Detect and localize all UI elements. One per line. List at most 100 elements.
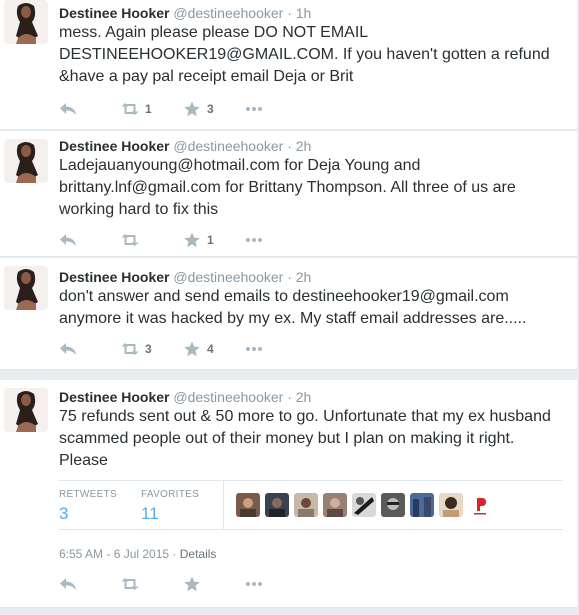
author-handle[interactable]: @destineehooker [173, 5, 283, 21]
reply-icon [59, 576, 77, 592]
tweet-time[interactable]: · 2h [287, 269, 311, 285]
tweet-meta: 6:55 AM - 6 Jul 2015 · Details [59, 547, 216, 561]
favoriters-list [236, 493, 497, 517]
more-icon [245, 576, 263, 592]
favorite-button[interactable]: 4 [183, 341, 245, 357]
tweet-header: Destinee Hooker @destineehooker · 2h [59, 269, 311, 285]
tweet-time[interactable]: · 2h [287, 138, 311, 154]
stats-divider [223, 481, 224, 529]
tweet-actions: 3 4 [59, 339, 285, 359]
favoriter-avatar[interactable] [468, 493, 492, 517]
tweet-header: Destinee Hooker @destineehooker · 2h [59, 389, 311, 405]
tweet-actions [59, 574, 285, 594]
more-button[interactable] [245, 101, 285, 117]
star-icon [183, 232, 201, 248]
retweets-value: 3 [59, 504, 69, 523]
tweet-actions: 1 3 [59, 99, 285, 119]
retweet-icon [121, 232, 139, 248]
more-icon [245, 101, 263, 117]
favoriter-avatar[interactable] [265, 493, 289, 517]
retweet-button[interactable]: 3 [121, 341, 183, 357]
author-name[interactable]: Destinee Hooker [59, 269, 169, 285]
tweet-actions: 1 [59, 230, 285, 250]
favoriter-avatar[interactable] [236, 493, 260, 517]
favorites-value: 11 [141, 504, 159, 523]
favorite-button[interactable]: 1 [183, 232, 245, 248]
favoriter-avatar[interactable] [381, 493, 405, 517]
tweet-stats: RETWEETS 3 FAVORITES 11 [59, 480, 563, 530]
reply-icon [59, 341, 77, 357]
author-handle[interactable]: @destineehooker [173, 269, 283, 285]
author-name[interactable]: Destinee Hooker [59, 138, 169, 154]
tweet-text-line: scammed people out of their money but I … [59, 430, 515, 447]
reply-button[interactable] [59, 232, 121, 248]
tweet-text-line: mess. Again please please DO NOT EMAIL [59, 24, 369, 41]
tweet-timestamp[interactable]: 6:55 AM - 6 Jul 2015 [59, 547, 169, 561]
tweet-timeline: Destinee Hooker @destineehooker · 1h mes… [0, 0, 579, 615]
tweet[interactable]: Destinee Hooker @destineehooker · 1h mes… [0, 0, 577, 130]
tweet-time[interactable]: · 1h [287, 5, 311, 21]
avatar[interactable] [4, 139, 48, 183]
retweet-icon [121, 341, 139, 357]
tweet-text-line: working hard to fix this [59, 201, 219, 218]
favorites-label: FAVORITES [141, 489, 200, 500]
tweet-text: don't answer and send emails to destinee… [59, 286, 569, 330]
reply-icon [59, 101, 77, 117]
tweet-text: 75 refunds sent out & 50 more to go. Unf… [59, 406, 569, 472]
tweet-text-line: don't answer and send emails to destinee… [59, 288, 509, 305]
favoriter-avatar[interactable] [410, 493, 434, 517]
reply-button[interactable] [59, 341, 121, 357]
tweet-header: Destinee Hooker @destineehooker · 1h [59, 5, 311, 21]
meta-separator: · [169, 547, 180, 561]
retweets-stat[interactable]: RETWEETS 3 [59, 489, 117, 524]
more-button[interactable] [245, 341, 285, 357]
tweet[interactable]: Destinee Hooker @destineehooker · 2h Lad… [0, 131, 577, 257]
tweet-text: Ladejauanyoung@hotmail.com for Deja Youn… [59, 155, 569, 221]
favorite-button[interactable] [183, 576, 245, 592]
favorites-stat[interactable]: FAVORITES 11 [141, 489, 199, 524]
tweet-text-line: brittany.lnf@gmail.com for Brittany Thom… [59, 179, 516, 196]
more-icon [245, 341, 263, 357]
author-name[interactable]: Destinee Hooker [59, 5, 169, 21]
favoriter-avatar[interactable] [294, 493, 318, 517]
author-name[interactable]: Destinee Hooker [59, 389, 169, 405]
avatar[interactable] [4, 266, 48, 310]
retweet-count: 1 [145, 102, 152, 116]
tweet-text-line: Please [59, 452, 108, 469]
retweet-count: 3 [145, 342, 152, 356]
favorite-count: 4 [207, 342, 214, 356]
retweet-button[interactable] [121, 576, 183, 592]
tweet-text: mess. Again please please DO NOT EMAIL D… [59, 22, 569, 88]
favoriter-avatar[interactable] [352, 493, 376, 517]
retweet-icon [121, 101, 139, 117]
tweet-text-line: 75 refunds sent out & 50 more to go. Unf… [59, 408, 551, 425]
retweets-label: RETWEETS [59, 489, 117, 500]
avatar[interactable] [4, 388, 48, 432]
tweet-text-line: Ladejauanyoung@hotmail.com for Deja Youn… [59, 157, 421, 174]
author-handle[interactable]: @destineehooker [173, 389, 283, 405]
reply-button[interactable] [59, 101, 121, 117]
tweet[interactable]: Destinee Hooker @destineehooker · 2h don… [0, 258, 577, 370]
author-handle[interactable]: @destineehooker [173, 138, 283, 154]
retweet-button[interactable]: 1 [121, 101, 183, 117]
tweet-text-line: &have a pay pal receipt email Deja or Br… [59, 68, 354, 85]
favoriter-avatar[interactable] [439, 493, 463, 517]
star-icon [183, 101, 201, 117]
reply-button[interactable] [59, 576, 121, 592]
star-icon [183, 576, 201, 592]
favoriter-avatar[interactable] [323, 493, 347, 517]
tweet-header: Destinee Hooker @destineehooker · 2h [59, 138, 311, 154]
favorite-button[interactable]: 3 [183, 101, 245, 117]
star-icon [183, 341, 201, 357]
tweet-text-line: DESTINEEHOOKER19@GMAIL.COM. If you haven… [59, 46, 550, 63]
retweet-button[interactable] [121, 232, 183, 248]
favorite-count: 3 [207, 102, 214, 116]
more-button[interactable] [245, 232, 285, 248]
tweet-time[interactable]: · 2h [287, 389, 311, 405]
tweet-expanded[interactable]: Destinee Hooker @destineehooker · 2h 75 … [0, 380, 577, 608]
retweet-icon [121, 576, 139, 592]
more-button[interactable] [245, 576, 285, 592]
more-icon [245, 232, 263, 248]
avatar[interactable] [4, 0, 48, 44]
details-link[interactable]: Details [180, 547, 217, 561]
